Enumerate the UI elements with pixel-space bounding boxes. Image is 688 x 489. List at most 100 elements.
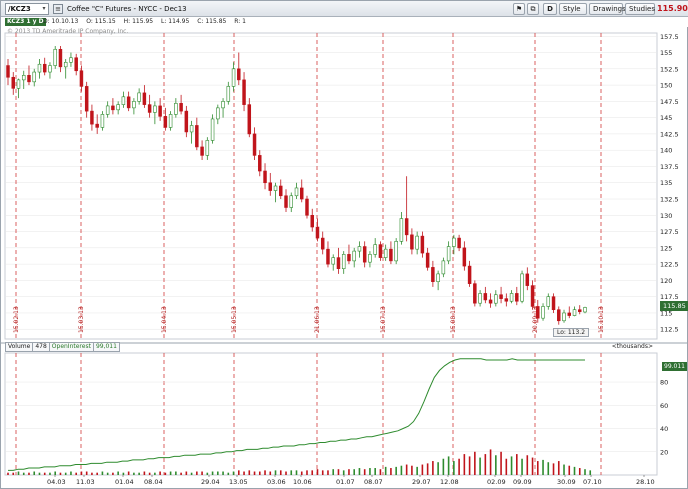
drawings-button[interactable]: Drawings	[589, 3, 626, 15]
volume-panel[interactable]	[4, 352, 658, 476]
candle-body	[147, 104, 152, 113]
candle-body	[478, 293, 482, 304]
candle-body	[116, 104, 120, 111]
candle-body	[415, 235, 419, 250]
x-axis-label: 01.07	[336, 478, 355, 486]
x-axis-label: 09.09	[513, 478, 532, 486]
volume-value: 478	[32, 342, 50, 352]
candle-body	[216, 107, 220, 120]
ohlc-readout: D: 10.10.13 O: 115.15 H: 115.95 L: 114.9…	[43, 17, 252, 27]
volume-bar	[348, 469, 350, 475]
link-icon[interactable]: ⧉	[527, 3, 539, 15]
volume-bar	[264, 470, 266, 475]
volume-label[interactable]: Volume	[5, 342, 34, 352]
volume-bar	[337, 469, 340, 475]
candle-body	[195, 125, 199, 148]
volume-bar	[426, 463, 429, 475]
volume-bar	[405, 464, 408, 475]
candle-body	[494, 294, 498, 304]
volume-bar	[306, 470, 308, 475]
open-interest-badge: 99.011	[662, 362, 687, 371]
candle-body	[16, 79, 21, 89]
price-tick-label: 122.5	[660, 261, 679, 269]
chevron-down-icon[interactable]: ▾	[40, 4, 48, 14]
candle-body	[467, 265, 472, 284]
candle-body	[441, 260, 446, 275]
volume-bar	[342, 470, 345, 475]
quote-low: L: 114.95	[161, 18, 190, 25]
price-tick-label: 152.5	[660, 65, 679, 73]
low-price-bubble: Lo: 113.2	[553, 328, 590, 337]
open-interest-label[interactable]: OpenInterest	[48, 342, 94, 352]
volume-bar	[474, 451, 476, 475]
x-axis-label: 10.06	[293, 478, 312, 486]
candle-body	[221, 101, 225, 109]
volume-bar	[411, 465, 413, 475]
volume-bar	[206, 472, 209, 475]
volume-bar	[112, 472, 114, 475]
volume-bar	[432, 461, 434, 475]
price-tick-label: 125	[660, 244, 672, 252]
company-profile-icon[interactable]: ≡	[53, 4, 63, 14]
candle-body	[578, 309, 582, 312]
chart-toolbar: /KCZ3 ▾ ≡ Coffee "C" Futures - NYCC - De…	[1, 1, 688, 17]
candle-body	[557, 309, 561, 322]
candle-body	[258, 155, 262, 172]
price-and-volume-chart[interactable]: 157.5 155 152.5 150 147.5 145 142.5 140 137.5 135…	[1, 27, 688, 489]
date-marker-label: 15.02.13	[13, 306, 20, 333]
x-axis-label: 07.10	[583, 478, 602, 486]
candle-body	[63, 61, 68, 68]
candle-body	[284, 195, 288, 208]
date-marker-label: 15.08.13	[450, 306, 457, 333]
volume-bar	[536, 461, 539, 475]
volume-bar	[395, 466, 397, 475]
candle-body	[305, 198, 309, 216]
candle-body	[126, 96, 131, 109]
volume-bar	[437, 462, 439, 475]
candle-body	[473, 283, 477, 304]
price-tick-label: 142.5	[660, 130, 679, 138]
volume-bar	[563, 464, 565, 475]
candle-body	[137, 92, 141, 102]
volume-bar	[510, 456, 513, 475]
price-panel[interactable]	[4, 32, 658, 340]
date-marker-label: 15.07.13	[380, 306, 387, 333]
candle-body	[252, 133, 257, 156]
candle-body	[399, 218, 404, 242]
x-axis-label: 04.03	[47, 478, 66, 486]
candle-body	[515, 293, 519, 302]
chart-settings-tag[interactable]: KCZ3 1 y D	[5, 18, 46, 26]
candle-body	[42, 63, 47, 73]
volume-bar	[468, 456, 471, 475]
price-tick-label: 155	[660, 49, 672, 57]
candle-body	[121, 96, 126, 105]
volume-bar	[85, 471, 88, 475]
volume-bar	[332, 469, 335, 475]
volume-bar	[369, 468, 371, 475]
price-tick-label: 132.5	[660, 196, 679, 204]
volume-bar	[22, 472, 25, 475]
candle-body	[431, 267, 435, 283]
symbol-input[interactable]: /KCZ3 ▾	[5, 3, 49, 15]
volume-bar	[279, 470, 282, 475]
aggregation-d-button[interactable]: D	[543, 3, 557, 15]
style-button[interactable]: Style	[559, 3, 587, 15]
candle-body	[279, 185, 283, 197]
volume-bar	[75, 472, 77, 475]
candle-body	[210, 118, 215, 141]
candle-body	[525, 273, 530, 286]
candle-body	[273, 185, 278, 191]
flag-icon[interactable]: ⚑	[513, 3, 525, 15]
candle-body	[289, 195, 293, 208]
volume-bar	[447, 456, 450, 475]
date-marker-label: 15.04.13	[161, 306, 168, 333]
price-tick-label: 147.5	[660, 98, 679, 106]
volume-bar	[516, 454, 518, 475]
candle-body	[446, 246, 451, 262]
studies-button[interactable]: Studies	[625, 3, 655, 15]
volume-bar	[526, 455, 529, 475]
candle-body	[6, 65, 10, 78]
candle-body	[326, 248, 330, 265]
candle-body	[168, 114, 173, 128]
candle-body	[347, 254, 351, 262]
